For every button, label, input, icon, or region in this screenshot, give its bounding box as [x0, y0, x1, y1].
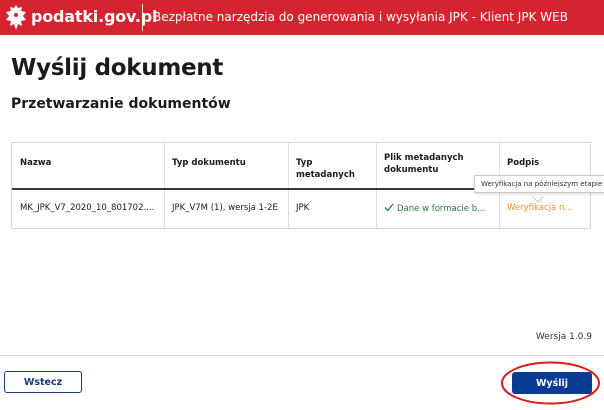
cell-document-name: MK_JPK_V7_2020_10_801702.... — [20, 203, 155, 213]
footer-divider — [0, 355, 604, 356]
column-header-name: Nazwa — [20, 158, 52, 168]
top-bar: podatki.gov.pl Bezpłatne narzędzia do ge… — [0, 0, 604, 35]
check-icon — [384, 203, 394, 212]
section-title: Przetwarzanie dokumentów — [11, 96, 231, 112]
cell-document-type: JPK_V7M (1), wersja 1-2E — [172, 203, 278, 213]
send-button[interactable]: Wyślij — [512, 372, 592, 394]
column-header-doc-type: Typ dokumentu — [172, 158, 246, 168]
logo-text[interactable]: podatki.gov.pl — [31, 7, 158, 26]
eagle-emblem-icon[interactable] — [4, 4, 28, 31]
version-label: Wersja 1.0.9 — [535, 332, 592, 342]
back-button[interactable]: Wstecz — [4, 371, 82, 393]
column-header-meta-type: Typ metadanych — [296, 158, 355, 180]
metadata-file-status-text: Dane w formacie b... — [397, 204, 486, 214]
cell-signature-status[interactable]: Weryfikacja n... — [499, 190, 590, 228]
header-divider — [142, 4, 143, 31]
page-title: Wyślij dokument — [11, 55, 224, 81]
cell-metadata-type: JPK — [296, 203, 310, 213]
cell-metadata-file-status: Dane w formacie b... — [376, 190, 499, 228]
signature-tooltip: Weryfikacja na późniejszym etapie — [474, 175, 604, 193]
app-title: Bezpłatne narzędzia do generowania i wys… — [153, 10, 568, 24]
